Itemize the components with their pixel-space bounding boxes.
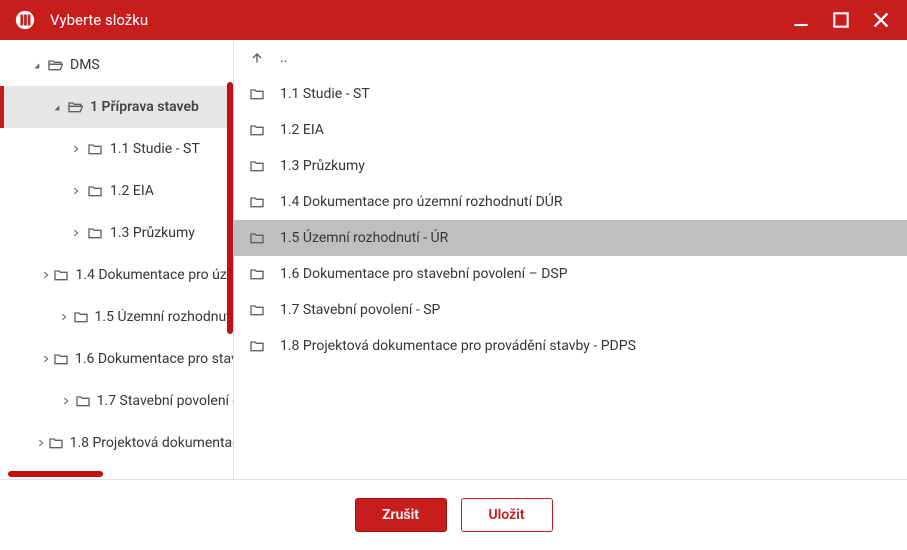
chevron-expanded-icon	[28, 60, 44, 70]
tree-item-label: 1.2 EIA	[110, 183, 154, 199]
chevron-right-icon	[36, 438, 46, 448]
cancel-button[interactable]: Zrušit	[355, 498, 447, 532]
folder-open-icon	[46, 57, 64, 73]
tree-item[interactable]: 1.5 Územní rozhodnutí - ÚR	[0, 296, 233, 338]
list-item[interactable]: 1.1 Studie - ST	[234, 76, 907, 112]
tree-item-label: 1 Příprava staveb	[90, 99, 199, 115]
list-item[interactable]: 1.2 EIA	[234, 112, 907, 148]
app-logo-icon	[14, 9, 36, 31]
tree-item[interactable]: 1.1 Studie - ST	[0, 128, 233, 170]
dialog-body: DMS 1 Příprava staveb 1.1 Studie - ST 1.2 E…	[0, 40, 907, 480]
tree-item-label: DMS	[70, 57, 100, 73]
folder-open-icon	[66, 99, 84, 115]
list-item[interactable]: 1.5 Územní rozhodnutí - ÚR	[234, 220, 907, 256]
folder-icon	[248, 338, 266, 354]
folder-icon	[53, 267, 69, 283]
tree-item-label: 1.3 Průzkumy	[110, 225, 195, 241]
tree-item[interactable]: 1.7 Stavební povolení - SP	[0, 380, 233, 422]
folder-icon	[48, 435, 64, 451]
list-item[interactable]: 1.4 Dokumentace pro územní rozhodnutí DÚ…	[234, 184, 907, 220]
list-item[interactable]: 1.6 Dokumentace pro stavební povolení – …	[234, 256, 907, 292]
list-item-label: 1.6 Dokumentace pro stavební povolení – …	[280, 266, 568, 282]
folder-icon	[248, 86, 266, 102]
chevron-right-icon	[41, 270, 51, 280]
chevron-expanded-icon	[48, 102, 64, 112]
folder-tree-pane: DMS 1 Příprava staveb 1.1 Studie - ST 1.2 E…	[0, 40, 234, 479]
window-title: Vyberte složku	[50, 11, 783, 29]
folder-list: .. 1.1 Studie - ST 1.2 EIA 1.3 Průzkumy 1.4 …	[234, 40, 907, 364]
folder-icon	[248, 266, 266, 282]
tree-item-root[interactable]: DMS	[0, 44, 233, 86]
tree-item[interactable]: 1.4 Dokumentace pro územní rozhodnutí DÚ…	[0, 254, 233, 296]
list-item-label: 1.8 Projektová dokumentace pro provádění…	[280, 338, 636, 354]
folder-icon	[248, 194, 266, 210]
tree-item[interactable]: 1.2 EIA	[0, 170, 233, 212]
tree-item[interactable]: 1.3 Průzkumy	[0, 212, 233, 254]
list-item[interactable]: 1.3 Průzkumy	[234, 148, 907, 184]
folder-tree: DMS 1 Příprava staveb 1.1 Studie - ST 1.2 E…	[0, 40, 233, 464]
tree-item-label: 1.7 Stavební povolení - SP	[97, 393, 233, 409]
chevron-right-icon	[59, 396, 73, 406]
tree-item[interactable]: 1.6 Dokumentace pro stavební povolení – …	[0, 338, 233, 380]
tree-item-label: 1.6 Dokumentace pro stavební povolení – …	[75, 351, 233, 367]
chevron-right-icon	[68, 186, 84, 196]
folder-icon	[75, 393, 91, 409]
folder-icon	[248, 122, 266, 138]
chevron-right-icon	[68, 144, 84, 154]
tree-item-label: 1.1 Studie - ST	[110, 141, 200, 157]
folder-icon	[53, 351, 69, 367]
maximize-button[interactable]	[823, 2, 859, 38]
list-item-label: 1.1 Studie - ST	[280, 86, 370, 102]
folder-icon	[248, 230, 266, 246]
tree-item-label: 1.5 Územní rozhodnutí - ÚR	[95, 309, 233, 325]
tree-item[interactable]: 1 Příprava staveb	[0, 86, 233, 128]
folder-icon	[73, 309, 89, 325]
chevron-right-icon	[68, 228, 84, 238]
minimize-button[interactable]	[783, 2, 819, 38]
tree-item-label: 1.4 Dokumentace pro územní rozhodnutí DÚ…	[75, 267, 233, 283]
tree-scrollbar-horizontal[interactable]	[8, 471, 223, 477]
folder-icon	[86, 141, 104, 157]
chevron-right-icon	[57, 312, 70, 322]
list-item-label: 1.3 Průzkumy	[280, 158, 365, 174]
list-item-label: 1.5 Územní rozhodnutí - ÚR	[280, 230, 448, 246]
tree-scrollbar-vertical[interactable]	[227, 82, 233, 379]
list-item-label: 1.7 Stavební povolení - SP	[280, 302, 440, 318]
folder-list-pane: .. 1.1 Studie - ST 1.2 EIA 1.3 Průzkumy 1.4 …	[234, 40, 907, 479]
list-item-label: 1.2 EIA	[280, 122, 324, 138]
window-controls	[783, 2, 899, 38]
tree-item-label: 1.8 Projektová dokumentace pro provádění…	[70, 435, 233, 451]
list-item-up[interactable]: ..	[234, 40, 907, 76]
save-button[interactable]: Uložit	[461, 498, 553, 532]
folder-icon	[248, 302, 266, 318]
dialog-footer: Zrušit Uložit	[0, 480, 907, 550]
folder-icon	[248, 158, 266, 174]
list-item-label: ..	[280, 50, 287, 66]
up-arrow-icon	[248, 50, 266, 66]
list-item-label: 1.4 Dokumentace pro územní rozhodnutí DÚ…	[280, 194, 562, 210]
chevron-right-icon	[41, 354, 51, 364]
close-button[interactable]	[863, 2, 899, 38]
tree-item[interactable]: 1.8 Projektová dokumentace pro provádění…	[0, 422, 233, 464]
list-item[interactable]: 1.7 Stavební povolení - SP	[234, 292, 907, 328]
titlebar: Vyberte složku	[0, 0, 907, 40]
folder-icon	[86, 183, 104, 199]
list-item[interactable]: 1.8 Projektová dokumentace pro provádění…	[234, 328, 907, 364]
folder-icon	[86, 225, 104, 241]
